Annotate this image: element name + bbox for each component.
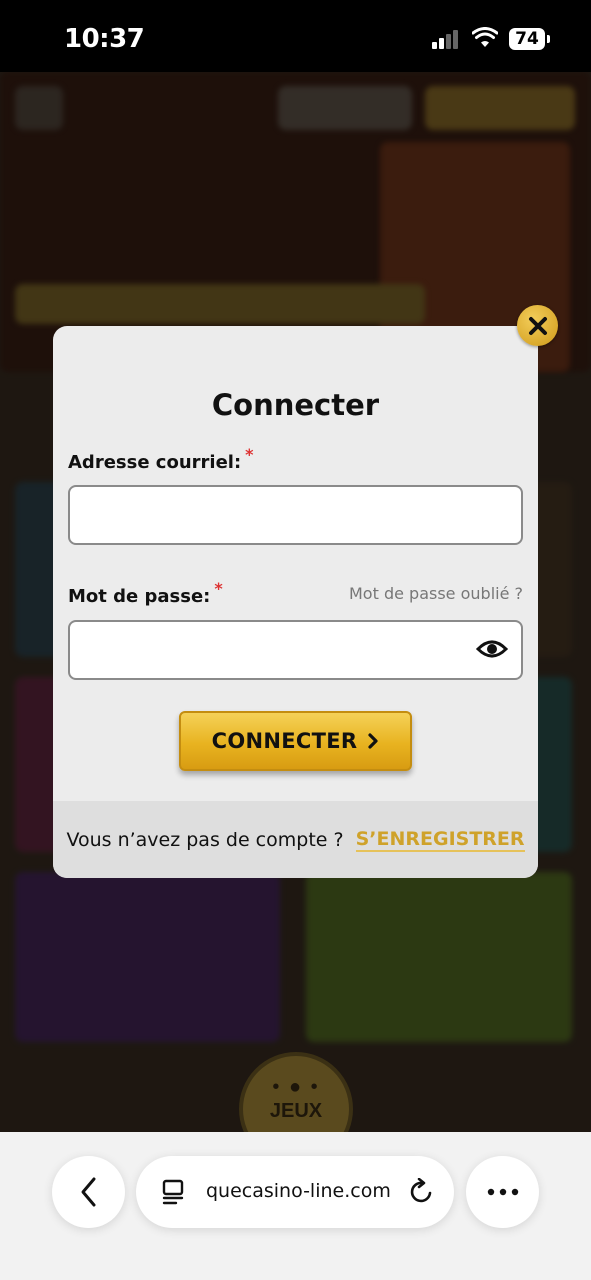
status-time: 10:37 [64, 24, 145, 54]
modal-footer: Vous n’avez pas de compte ? S’ENREGISTRE… [53, 801, 538, 878]
show-password-eye-icon[interactable] [476, 637, 508, 661]
status-bar: 10:37 74 [0, 0, 591, 72]
jeux-dots-icon: • ● • [272, 1076, 320, 1098]
chevron-left-icon [81, 1177, 95, 1207]
login-modal: Connecter Adresse courriel: * Mot de pass… [53, 326, 538, 878]
chevron-right-icon [368, 733, 378, 749]
email-label: Adresse courriel: * [68, 445, 254, 473]
wifi-icon [472, 27, 498, 47]
back-button[interactable] [52, 1156, 125, 1228]
email-field[interactable] [68, 485, 523, 545]
password-label: Mot de passe: * [68, 579, 223, 607]
email-label-text: Adresse courriel: [68, 452, 242, 473]
password-field[interactable] [68, 620, 523, 680]
connect-button-label: CONNECTER [211, 729, 358, 753]
browser-toolbar: quecasino-line.com [0, 1132, 591, 1280]
more-options-button[interactable] [466, 1156, 539, 1228]
modal-title: Connecter [211, 388, 380, 422]
forgot-password-link[interactable]: Mot de passe oublié ? [349, 584, 523, 603]
url-text: quecasino-line.com [206, 1180, 391, 1202]
page-menu-icon[interactable] [160, 1179, 186, 1205]
connect-button[interactable]: CONNECTER [179, 711, 412, 771]
more-dots-icon [487, 1188, 518, 1196]
no-account-text: Vous n’avez pas de compte ? [66, 828, 344, 851]
battery-tip [547, 35, 550, 43]
required-mark: * [214, 579, 223, 598]
reload-icon[interactable] [408, 1178, 436, 1206]
register-link[interactable]: S’ENREGISTRER [355, 828, 525, 852]
close-modal-button[interactable] [517, 305, 558, 346]
close-icon [528, 316, 547, 335]
battery-icon: 74 [509, 28, 545, 50]
address-bar[interactable]: quecasino-line.com [136, 1156, 454, 1228]
password-label-text: Mot de passe: [68, 586, 211, 607]
required-mark: * [245, 445, 254, 464]
cellular-signal-icon [432, 29, 462, 49]
jeux-label: JEUX [269, 1100, 323, 1122]
